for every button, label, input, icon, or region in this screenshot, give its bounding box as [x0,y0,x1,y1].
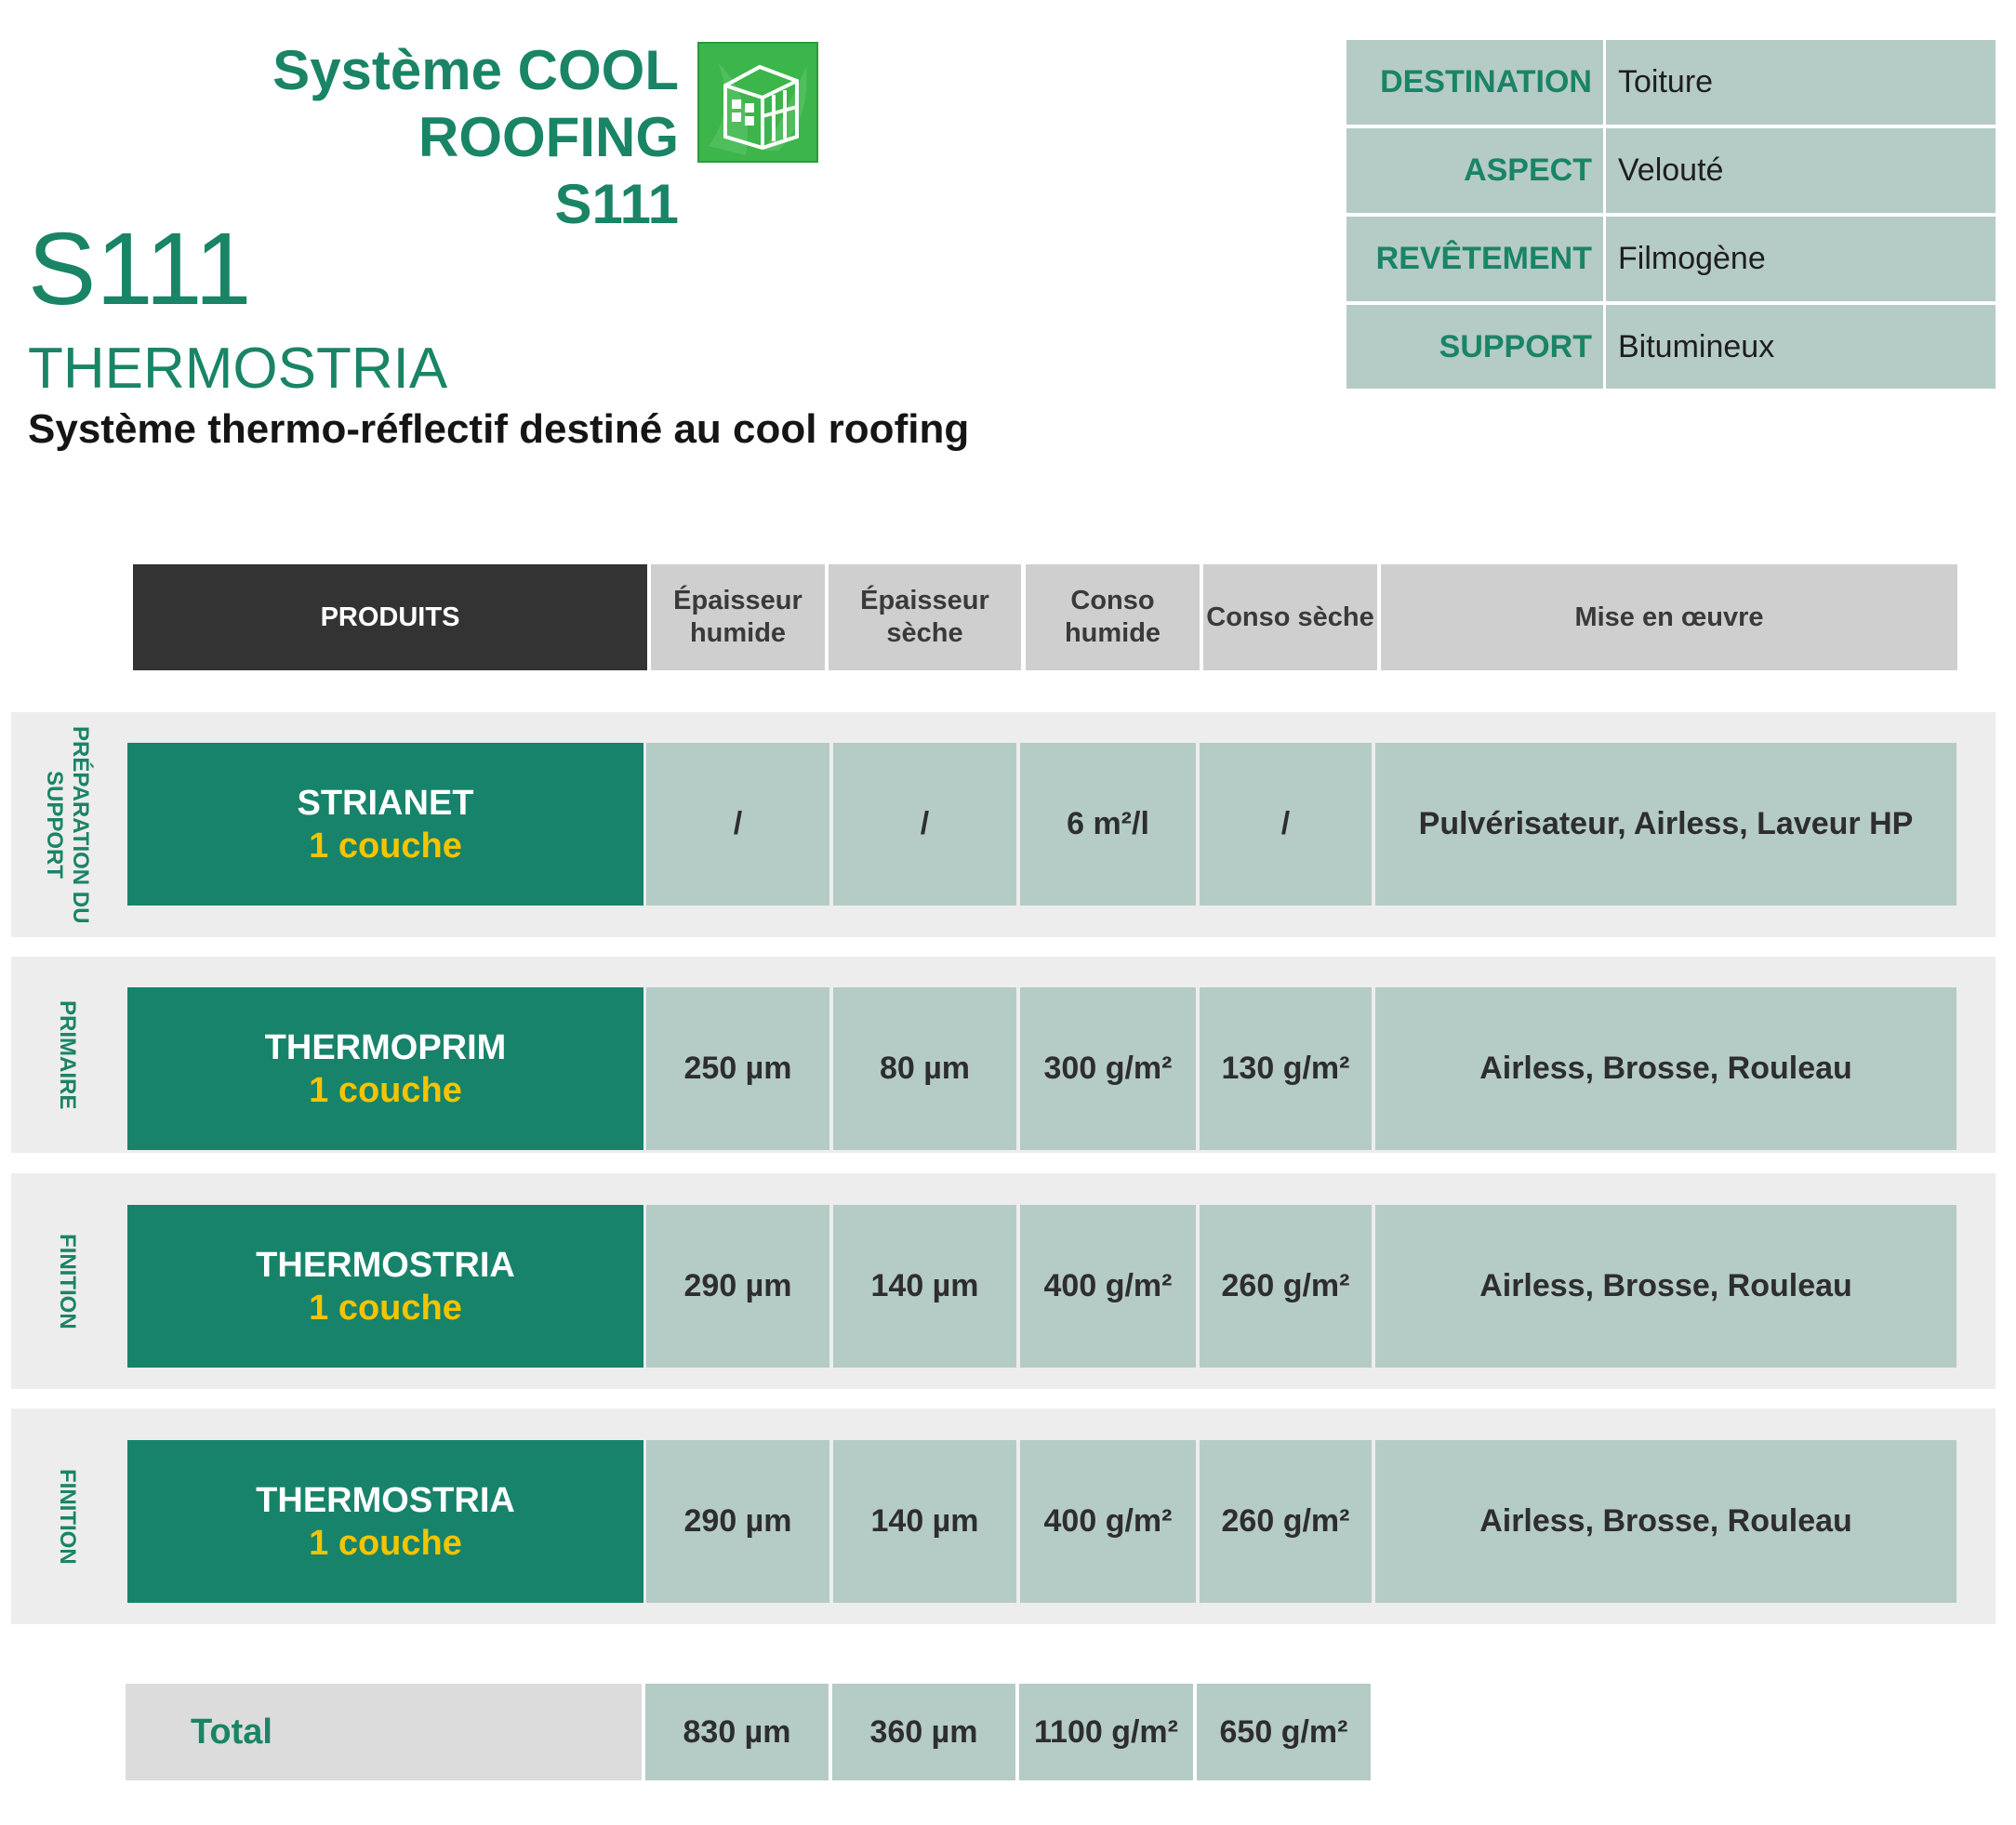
cell-dry-consumption: 130 g/m² [1200,987,1372,1150]
info-row-destination: DESTINATION Toiture [1346,40,1996,125]
product-name: THERMOSTRIA [256,1245,515,1285]
info-row-aspect: ASPECT Velouté [1346,128,1996,213]
total-wet-consumption: 1100 g/m² [1019,1684,1193,1780]
product-name: THERMOSTRIA [256,1480,515,1520]
cell-dry-thickness: 140 µm [833,1440,1016,1603]
product-cell: THERMOSTRIA 1 couche [127,1440,643,1603]
info-value: Filmogène [1618,241,1766,276]
column-header-wet-consumption: Conso humide [1026,564,1200,670]
info-label: ASPECT [1464,152,1592,188]
info-value: Velouté [1618,152,1724,188]
cell-wet-consumption: 400 g/m² [1020,1205,1196,1368]
info-row-revetement: REVÊTEMENT Filmogène [1346,217,1996,301]
product-name: THERMOSTRIA [28,337,448,401]
greenhouse-icon [697,42,818,163]
cell-wet-thickness: 290 µm [646,1440,829,1603]
total-dry-thickness: 360 µm [832,1684,1015,1780]
cell-dry-thickness: 140 µm [833,1205,1016,1368]
total-dry-consumption: 650 g/m² [1197,1684,1371,1780]
column-header-wet-thickness: Épaisseur humide [651,564,825,670]
product-coats: 1 couche [309,826,462,866]
cell-dry-consumption: 260 g/m² [1200,1440,1372,1603]
product-coats: 1 couche [309,1070,462,1110]
total-label: Total [126,1684,642,1780]
section-label: FINITION [55,1233,80,1329]
cell-application: Airless, Brosse, Rouleau [1375,1440,1956,1603]
cell-wet-thickness: / [646,743,829,906]
section-label: FINITION [55,1468,80,1565]
cell-application: Airless, Brosse, Rouleau [1375,987,1956,1150]
cell-wet-consumption: 400 g/m² [1020,1440,1196,1603]
info-row-support: SUPPORT Bitumineux [1346,305,1996,389]
product-name: THERMOPRIM [264,1027,507,1067]
info-value: Toiture [1618,64,1714,99]
total-wet-thickness: 830 µm [645,1684,829,1780]
cell-wet-thickness: 290 µm [646,1205,829,1368]
info-label: SUPPORT [1439,328,1592,364]
cell-dry-thickness: 80 µm [833,987,1016,1150]
section-label: PRÉPARATION DU SUPPORT [42,725,93,924]
cell-wet-thickness: 250 µm [646,987,829,1150]
system-title: Système COOL ROOFING S111 [28,37,679,238]
section-label: PRIMAIRE [55,999,80,1110]
cell-application: Airless, Brosse, Rouleau [1375,1205,1956,1368]
product-cell: THERMOSTRIA 1 couche [127,1205,643,1368]
product-code: S111 [28,212,252,326]
cell-dry-consumption: / [1200,743,1372,906]
column-header-application: Mise en œuvre [1381,564,1957,670]
cell-dry-thickness: / [833,743,1016,906]
cell-application: Pulvérisateur, Airless, Laveur HP [1375,743,1956,906]
info-label: REVÊTEMENT [1375,241,1592,276]
system-title-line1: Système COOL ROOFING [272,39,679,168]
column-header-products: PRODUITS [133,564,647,670]
info-value: Bitumineux [1618,328,1775,364]
product-cell: STRIANET 1 couche [127,743,643,906]
product-cell: THERMOPRIM 1 couche [127,987,643,1150]
cell-dry-consumption: 260 g/m² [1200,1205,1372,1368]
column-header-dry-consumption: Conso sèche [1203,564,1377,670]
product-name: STRIANET [297,783,474,823]
product-coats: 1 couche [309,1288,462,1328]
page-subtitle: Système thermo-réflectif destiné au cool… [28,406,970,452]
product-coats: 1 couche [309,1523,462,1563]
column-header-dry-thickness: Épaisseur sèche [829,564,1021,670]
cell-wet-consumption: 300 g/m² [1020,987,1196,1150]
info-label: DESTINATION [1380,64,1592,99]
cell-wet-consumption: 6 m²/l [1020,743,1196,906]
